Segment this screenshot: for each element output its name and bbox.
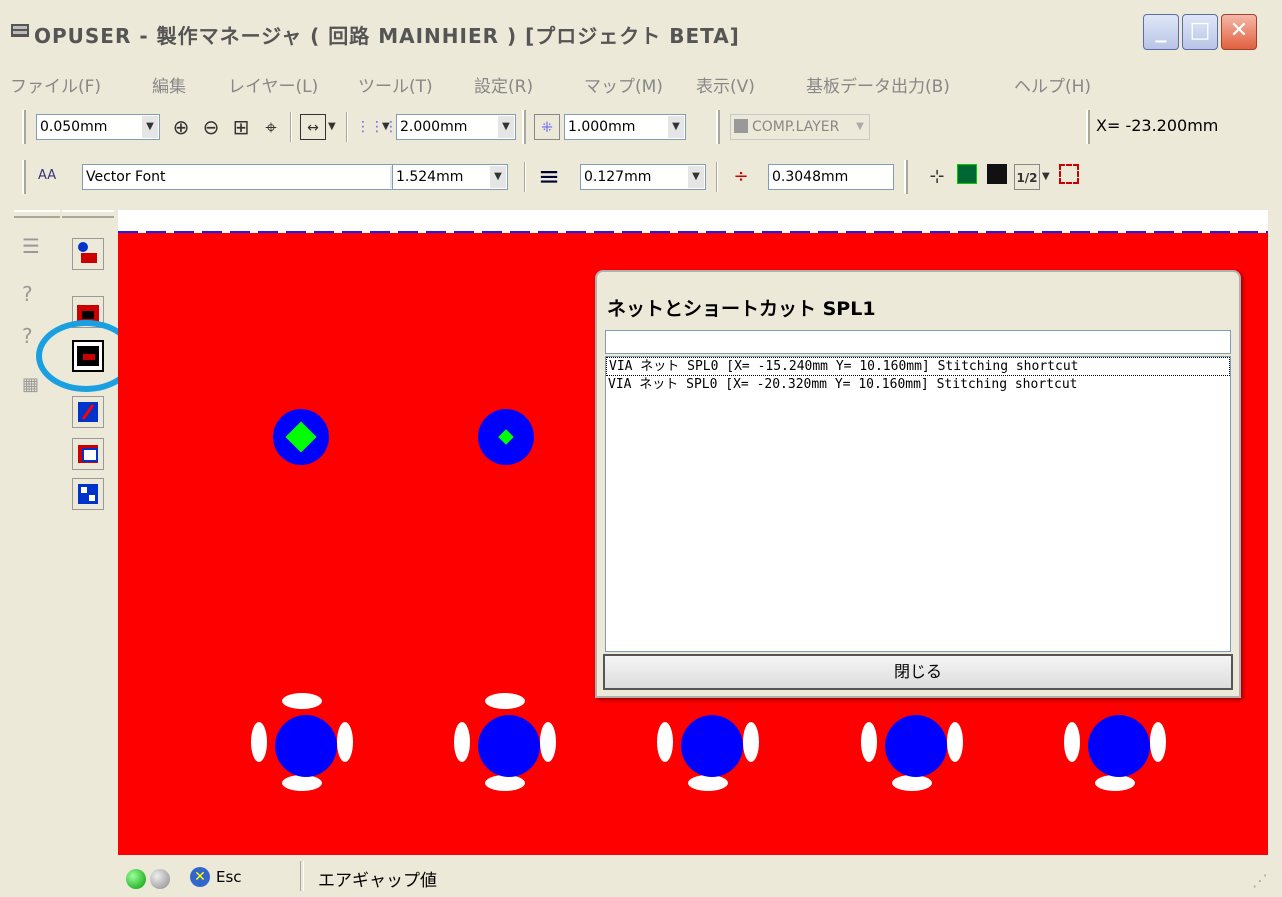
zoom-window-icon[interactable]: ⊞	[228, 114, 254, 140]
left-tool-panel-2	[36, 210, 136, 520]
thermal-pad[interactable]	[1060, 687, 1170, 797]
ratio-button[interactable]: 1/2	[1014, 164, 1040, 190]
filter-input[interactable]	[605, 330, 1231, 354]
window-title: OPUSER - 製作マネージャ ( 回路 MAINHIER ) [プロジェクト…	[34, 24, 740, 48]
list-item[interactable]: VIA ネット SPL0 [X= -20.320mm Y= 10.160mm] …	[606, 376, 1230, 393]
crosshair-icon[interactable]: ⊹	[924, 164, 950, 190]
line-width-icon: ≡	[538, 162, 560, 192]
status-bar: ✕ Esc エアギャップ値 ⋰	[0, 857, 1282, 897]
menu-settings[interactable]: 設定(R)	[474, 72, 533, 97]
chevron-down-icon[interactable]: ▼	[490, 166, 506, 188]
help-query-icon[interactable]: ?	[22, 324, 33, 348]
text-toolbar: AA Vector Font▼ 1.524mm▼ ≡ 0.127mm▼ ÷ 0.…	[16, 156, 1282, 198]
menu-file[interactable]: ファイル(F)	[10, 72, 101, 97]
layer-color-icon	[734, 119, 748, 133]
chevron-down-icon[interactable]: ▼	[382, 114, 394, 140]
toolbar-grip[interactable]	[904, 160, 908, 194]
panel-grip[interactable]	[14, 210, 60, 218]
thermal-pad[interactable]	[450, 687, 560, 797]
separator	[716, 162, 718, 192]
text-size-combo[interactable]: 1.524mm ▼	[392, 164, 508, 190]
minimize-button[interactable]: _	[1143, 14, 1179, 50]
thermal-pad[interactable]	[247, 687, 357, 797]
toolbar-grip[interactable]	[22, 110, 26, 144]
separator	[524, 162, 526, 192]
via[interactable]	[478, 409, 534, 465]
toolbar-grip[interactable]	[1086, 110, 1090, 144]
status-green-icon	[126, 869, 146, 889]
route-tool-icon[interactable]	[72, 238, 104, 270]
status-gray-icon	[150, 869, 170, 889]
separator	[346, 112, 348, 142]
zoom-out-icon[interactable]: ⊖	[198, 114, 224, 140]
app-icon	[11, 24, 29, 37]
menu-tools[interactable]: ツール(T)	[358, 72, 433, 97]
toolbar-grip[interactable]	[522, 110, 526, 144]
line-width-combo[interactable]: 0.127mm ▼	[580, 164, 706, 190]
resize-grip-icon[interactable]: ⋰	[1252, 871, 1268, 890]
chevron-down-icon[interactable]: ▼	[328, 114, 340, 140]
via-core	[285, 421, 317, 453]
chevron-down-icon[interactable]: ▼	[852, 116, 868, 138]
grid-size-combo[interactable]: 0.050mm ▼	[36, 114, 160, 140]
query-icon[interactable]: ?	[22, 282, 33, 306]
title-bar: OPUSER - 製作マネージャ ( 回路 MAINHIER ) [プロジェクト…	[0, 0, 1282, 67]
menu-view[interactable]: 表示(V)	[696, 72, 755, 97]
display-grid-combo[interactable]: 1.000mm ▼	[564, 114, 686, 140]
menu-bar: ファイル(F) 編集 レイヤー(L) ツール(T) 設定(R) マップ(M) 表…	[0, 66, 1282, 100]
font-combo[interactable]: Vector Font▼	[82, 164, 408, 190]
component-tool-icon[interactable]	[72, 438, 104, 470]
chevron-down-icon[interactable]: ▼	[142, 116, 158, 138]
via[interactable]	[273, 409, 329, 465]
clearance-icon: ÷	[733, 166, 749, 187]
chevron-down-icon[interactable]: ▼	[498, 116, 514, 138]
dialog-title: ネットとショートカット SPL1	[607, 298, 876, 320]
net-tool-icon[interactable]	[72, 396, 104, 428]
x-coordinate-readout: X= -23.200mm	[1096, 116, 1219, 135]
separator	[290, 112, 292, 142]
close-dialog-button[interactable]: 閉じる	[603, 654, 1233, 690]
chevron-down-icon[interactable]: ▼	[668, 116, 684, 138]
toolbar-grip[interactable]	[22, 160, 26, 194]
font-icon: AA	[38, 168, 57, 183]
net-shortcut-dialog: ネットとショートカット SPL1 VIA ネット SPL0 [X= -15.24…	[595, 270, 1241, 698]
layer-combo[interactable]: COMP.LAYER ▼	[730, 114, 870, 140]
clearance-field[interactable]: 0.3048mm	[768, 164, 894, 190]
main-toolbar: 0.050mm ▼ ⊕ ⊖ ⊞ ⌖ ↔ ▼ ⋮⋮⋮ ▼ 2.000mm ▼ ⁜ 1.…	[16, 106, 1282, 148]
flip-icon[interactable]	[984, 164, 1010, 190]
shortcut-list[interactable]: VIA ネット SPL0 [X= -15.240mm Y= 10.160mm] …	[605, 356, 1231, 652]
grid-tool-icon[interactable]: ▦	[22, 374, 39, 395]
snap-grid-combo[interactable]: 2.000mm ▼	[396, 114, 516, 140]
zoom-area-icon[interactable]: ⌖	[258, 114, 284, 140]
panel-grip[interactable]	[62, 210, 114, 218]
menu-board-output[interactable]: 基板データ出力(B)	[806, 72, 950, 97]
maximize-button[interactable]: □	[1182, 14, 1218, 50]
list-item[interactable]: VIA ネット SPL0 [X= -15.240mm Y= 10.160mm] …	[606, 357, 1230, 376]
chevron-down-icon[interactable]: ▼	[688, 166, 704, 188]
display-grid-icon[interactable]: ⁜	[534, 114, 560, 140]
layer-stack-icon[interactable]: ☰	[22, 234, 40, 258]
cancel-icon: ✕	[190, 867, 210, 887]
select-area-icon[interactable]	[1056, 164, 1082, 190]
thermal-pad[interactable]	[857, 687, 967, 797]
menu-help[interactable]: ヘルプ(H)	[1014, 72, 1091, 97]
menu-map[interactable]: マップ(M)	[584, 72, 663, 97]
layout-tool-icon[interactable]	[72, 478, 104, 510]
via-core	[498, 429, 514, 445]
separator	[300, 861, 304, 891]
toolbar-grip[interactable]	[716, 110, 720, 144]
status-message: エアギャップ値	[318, 871, 437, 891]
chevron-down-icon[interactable]: ▼	[1042, 164, 1054, 190]
esc-button[interactable]: ✕ Esc	[190, 863, 288, 891]
menu-edit[interactable]: 編集	[152, 72, 186, 97]
fit-width-icon[interactable]: ↔	[300, 114, 326, 140]
menu-layer[interactable]: レイヤー(L)	[228, 72, 318, 97]
close-button[interactable]: ✕	[1221, 14, 1257, 50]
snap-grid-icon[interactable]: ⋮⋮⋮	[356, 114, 398, 140]
thermal-pad[interactable]	[653, 687, 763, 797]
component-icon[interactable]	[954, 164, 980, 190]
zoom-in-icon[interactable]: ⊕	[168, 114, 194, 140]
